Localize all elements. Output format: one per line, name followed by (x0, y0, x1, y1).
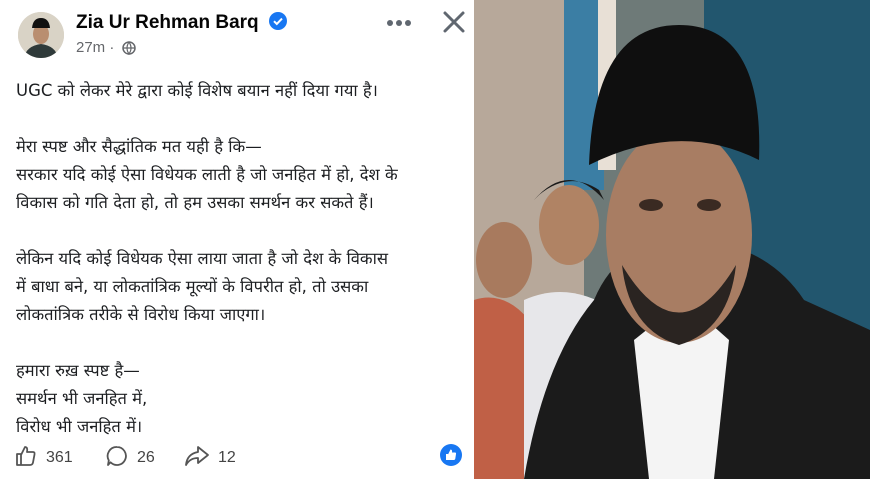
comment-button[interactable]: 26 (105, 444, 155, 468)
action-bar: 361 26 12 (0, 436, 474, 476)
paragraph: लेकिन यदि कोई विधेयक ऐसा लाया जाता है जो… (16, 245, 464, 329)
comment-icon (106, 446, 127, 466)
comment-count: 26 (137, 449, 155, 466)
text-line: लेकिन यदि कोई विधेयक ऐसा लाया जाता है जो… (16, 249, 389, 268)
text-line: हमारा रुख़ स्पष्ट है— (16, 361, 140, 380)
post-panel: Zia Ur Rehman Barq 27m · UGC को लेकर मेर… (0, 0, 474, 479)
like-reaction-icon (440, 444, 462, 466)
author-name-row[interactable]: Zia Ur Rehman Barq (76, 12, 287, 36)
paragraph: हमारा रुख़ स्पष्ट है— समर्थन भी जनहित मे… (16, 357, 464, 441)
text-line: सरकार यदि कोई ऐसा विधेयक लाती है जो जनहि… (16, 165, 398, 184)
text-line: मेरा स्पष्ट और सैद्धांतिक मत यही है कि— (16, 137, 262, 156)
post-time[interactable]: 27m (76, 39, 105, 56)
thumbs-up-icon (16, 446, 36, 466)
text-line: UGC को लेकर मेरे द्वारा कोई विशेष बयान न… (16, 81, 378, 100)
verified-badge-icon (268, 12, 287, 36)
share-button[interactable]: 12 (184, 444, 236, 468)
globe-icon (121, 41, 136, 56)
author-name[interactable]: Zia Ur Rehman Barq (76, 12, 259, 33)
text-line: समर्थन भी जनहित में, (16, 389, 148, 408)
post-meta: 27m · (76, 39, 136, 56)
like-button[interactable]: 361 (14, 444, 73, 468)
post-body: UGC को लेकर मेरे द्वारा कोई विशेष बयान न… (16, 77, 464, 469)
avatar[interactable] (18, 12, 64, 58)
text-line: विकास को गति देता हो, तो हम उसका समर्थन … (16, 193, 374, 212)
text-line: में बाधा बने, या लोकतांत्रिक मूल्यों के … (16, 277, 369, 296)
like-count: 361 (46, 449, 73, 466)
close-icon (443, 11, 465, 33)
close-button[interactable] (438, 6, 470, 38)
text-line: लोकतांत्रिक तरीके से विरोध किया जाएगा। (16, 305, 266, 324)
paragraph: मेरा स्पष्ट और सैद्धांतिक मत यही है कि— … (16, 133, 464, 217)
more-options-button[interactable] (382, 9, 416, 37)
post-photo[interactable] (474, 0, 870, 479)
more-dots-icon (387, 20, 411, 26)
share-count: 12 (218, 449, 236, 466)
paragraph: UGC को लेकर मेरे द्वारा कोई विशेष बयान न… (16, 77, 464, 105)
share-icon (185, 446, 209, 466)
